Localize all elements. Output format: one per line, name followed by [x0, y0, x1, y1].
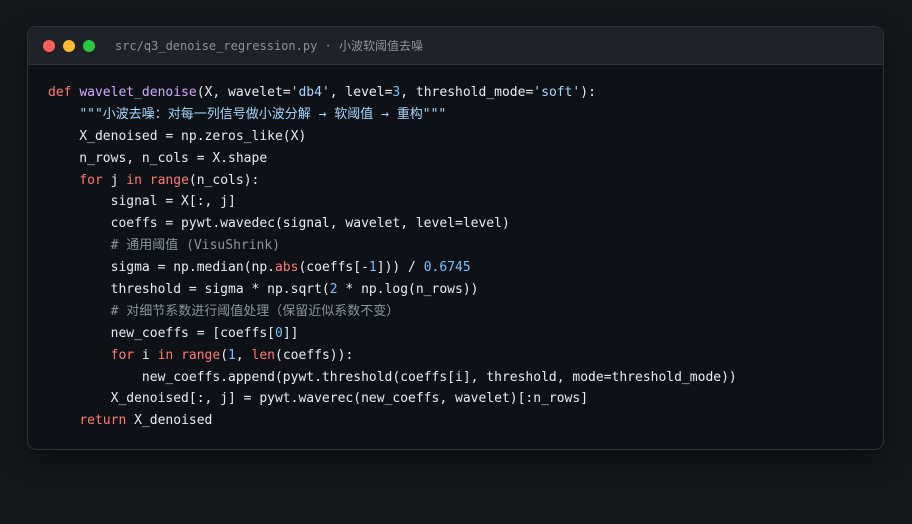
- code-text-token: new_coeffs = [coeffs[: [48, 325, 275, 341]
- number-token: 2: [329, 282, 338, 298]
- keyword-token: for: [110, 347, 135, 363]
- code-line-3: X_denoised = np.zeros_like(X): [48, 126, 737, 148]
- number-token: 0: [274, 325, 283, 341]
- code-text-token: new_coeffs.append(pywt.threshold(coeffs[…: [48, 369, 737, 385]
- string-token: """小波去噪：对每一列信号做小波分解 → 软阈值 → 重构""": [79, 106, 447, 122]
- code-text-token: sigma = np.median(np.: [48, 260, 275, 276]
- number-token: 0.6745: [423, 260, 471, 276]
- code-text-token: * np.log(n_rows)): [337, 282, 479, 298]
- code-line-14: new_coeffs.append(pywt.threshold(coeffs[…: [48, 367, 737, 389]
- code-line-7: coeffs = pywt.wavedec(signal, wavelet, l…: [48, 213, 737, 235]
- keyword-token: len: [251, 347, 276, 363]
- code-line-4: n_rows, n_cols = X.shape: [48, 148, 737, 170]
- comment-token: # 对细节系数进行阈值处理（保留近似系数不变）: [110, 303, 400, 319]
- maximize-window-icon[interactable]: [83, 39, 95, 52]
- code-text-token: (coeffs[-: [298, 260, 369, 276]
- code-text-token: (coeffs)):: [275, 347, 354, 363]
- code-text-token: ])) /: [376, 260, 424, 276]
- keyword-token: in: [157, 347, 174, 363]
- title-bar: src/q3_denoise_regression.py · 小波软阈值去噪: [28, 27, 883, 65]
- code-line-13: for i in range(1, len(coeffs)):: [48, 345, 737, 367]
- code-text-token: (: [220, 347, 229, 363]
- code-text-token: , level=: [329, 85, 393, 100]
- code-text-token: (n_cols):: [188, 172, 260, 188]
- string-token: 'db4': [290, 85, 330, 100]
- keyword-token: def: [48, 85, 72, 100]
- keyword-token: for: [79, 172, 103, 188]
- code-line-5: for j in range(n_cols):: [48, 170, 737, 192]
- code-text-token: coeffs = pywt.wavedec(signal, wavelet, l…: [48, 216, 510, 232]
- function-name-token: wavelet_denoise: [79, 85, 197, 100]
- keyword-token: range: [181, 347, 221, 363]
- code-window: src/q3_denoise_regression.py · 小波软阈值去噪 d…: [27, 26, 884, 450]
- code-line-12: new_coeffs = [coeffs[0]]: [48, 323, 737, 345]
- close-window-icon[interactable]: [43, 39, 55, 52]
- code-block[interactable]: def wavelet_denoise(X, wavelet='db4', le…: [48, 82, 737, 432]
- number-token: 1: [368, 260, 377, 276]
- keyword-token: return: [79, 413, 127, 429]
- code-text-token: n_rows, n_cols = X.shape: [48, 150, 268, 166]
- code-line-8: # 通用阈值 (VisuShrink): [48, 235, 737, 257]
- code-text-token: (X, wavelet=: [196, 85, 291, 100]
- code-text-token: signal = X[:, j]: [48, 194, 236, 210]
- code-line-6: signal = X[:, j]: [48, 191, 737, 213]
- code-text-token: X_denoised: [126, 413, 213, 429]
- code-text-token: ]]: [282, 325, 299, 341]
- code-line-10: threshold = sigma * np.sqrt(2 * np.log(n…: [48, 279, 737, 301]
- comment-token: # 通用阈值 (VisuShrink): [110, 238, 281, 254]
- code-text-token: X_denoised[:, j] = pywt.waverec(new_coef…: [48, 391, 589, 407]
- code-text-token: , threshold_mode=: [400, 85, 534, 100]
- code-text-token: X_denoised = np.zeros_like(X): [48, 128, 307, 144]
- code-line-16: return X_denoised: [48, 410, 737, 432]
- keyword-token: in: [126, 172, 142, 188]
- minimize-window-icon[interactable]: [63, 39, 75, 52]
- code-line-15: X_denoised[:, j] = pywt.waverec(new_coef…: [48, 388, 737, 410]
- code-text-token: j: [102, 172, 127, 188]
- code-text-token: threshold = sigma * np.sqrt(: [48, 282, 330, 298]
- code-text-token: i: [134, 347, 158, 363]
- keyword-token: range: [149, 172, 189, 188]
- code-line-1: def wavelet_denoise(X, wavelet='db4', le…: [48, 82, 737, 104]
- keyword-token: abs: [274, 260, 299, 276]
- number-token: 1: [228, 347, 236, 363]
- window-title: src/q3_denoise_regression.py · 小波软阈值去噪: [115, 39, 423, 53]
- string-token: 'soft': [533, 85, 581, 100]
- code-line-2: """小波去噪：对每一列信号做小波分解 → 软阈值 → 重构""": [48, 104, 737, 126]
- code-line-9: sigma = np.median(np.abs(coeffs[-1])) / …: [48, 257, 737, 279]
- code-line-11: # 对细节系数进行阈值处理（保留近似系数不变）: [48, 301, 737, 323]
- code-text-token: ):: [580, 85, 596, 100]
- code-text-token: ,: [235, 347, 252, 363]
